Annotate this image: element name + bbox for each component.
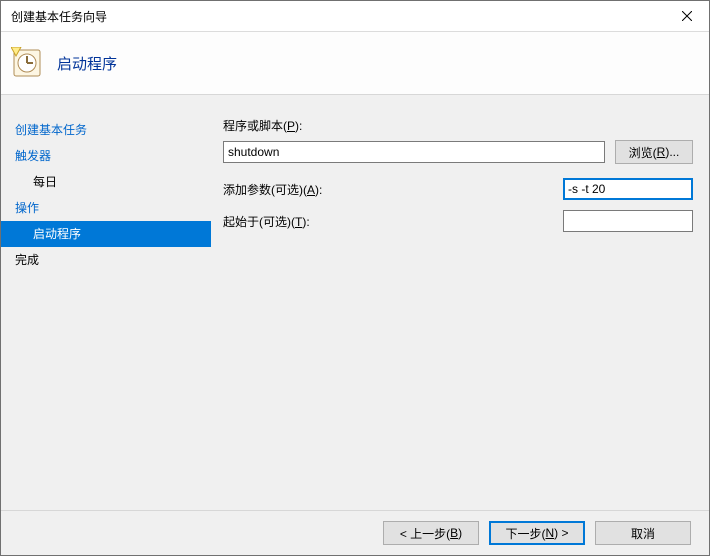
- title-bar: 创建基本任务向导: [1, 1, 709, 32]
- sidebar-item-label: 触发器: [15, 149, 51, 163]
- program-label-row: 程序或脚本(P):: [223, 117, 693, 134]
- sidebar-item-create-basic-task[interactable]: 创建基本任务: [1, 117, 211, 143]
- wizard-body: 创建基本任务 触发器 每日 操作 启动程序 完成 程序或脚本(P):: [1, 95, 709, 510]
- close-button[interactable]: [664, 1, 709, 31]
- browse-button[interactable]: 浏览(R)...: [615, 140, 693, 164]
- next-button[interactable]: 下一步(N) >: [489, 521, 585, 545]
- sidebar-item-label: 创建基本任务: [15, 123, 87, 137]
- back-button[interactable]: < 上一步(B): [383, 521, 479, 545]
- startin-label: 起始于(可选)(T):: [223, 213, 310, 230]
- wizard-footer: < 上一步(B) 下一步(N) > 取消: [1, 510, 709, 555]
- wizard-header: 启动程序: [1, 32, 709, 95]
- arguments-label: 添加参数(可选)(A):: [223, 181, 322, 198]
- close-icon: [682, 11, 692, 21]
- wizard-window: 创建基本任务向导 启动程序 创建基本任务 触: [0, 0, 710, 556]
- sidebar-item-daily: 每日: [1, 169, 211, 195]
- sidebar-item-start-program: 启动程序: [1, 221, 211, 247]
- wizard-content: 程序或脚本(P): 浏览(R)... 添加参数(可选)(A):: [211, 95, 709, 510]
- program-script-label: 程序或脚本(P):: [223, 117, 302, 134]
- startin-input[interactable]: [563, 210, 693, 232]
- cancel-button[interactable]: 取消: [595, 521, 691, 545]
- startin-row: 起始于(可选)(T):: [223, 210, 693, 232]
- arguments-input[interactable]: [563, 178, 693, 200]
- sidebar-item-label: 启动程序: [33, 227, 81, 241]
- wizard-header-icon: [11, 47, 43, 79]
- sidebar-item-finish: 完成: [1, 247, 211, 273]
- sidebar-item-label: 每日: [33, 175, 57, 189]
- window-title: 创建基本任务向导: [11, 8, 664, 25]
- sidebar-item-action[interactable]: 操作: [1, 195, 211, 221]
- sidebar-item-label: 完成: [15, 253, 39, 267]
- program-script-input[interactable]: [223, 141, 605, 163]
- wizard-header-title: 启动程序: [57, 53, 117, 74]
- wizard-sidebar: 创建基本任务 触发器 每日 操作 启动程序 完成: [1, 95, 211, 510]
- program-input-row: 浏览(R)...: [223, 140, 693, 164]
- sidebar-item-trigger[interactable]: 触发器: [1, 143, 211, 169]
- arguments-row: 添加参数(可选)(A):: [223, 178, 693, 200]
- sidebar-item-label: 操作: [15, 201, 39, 215]
